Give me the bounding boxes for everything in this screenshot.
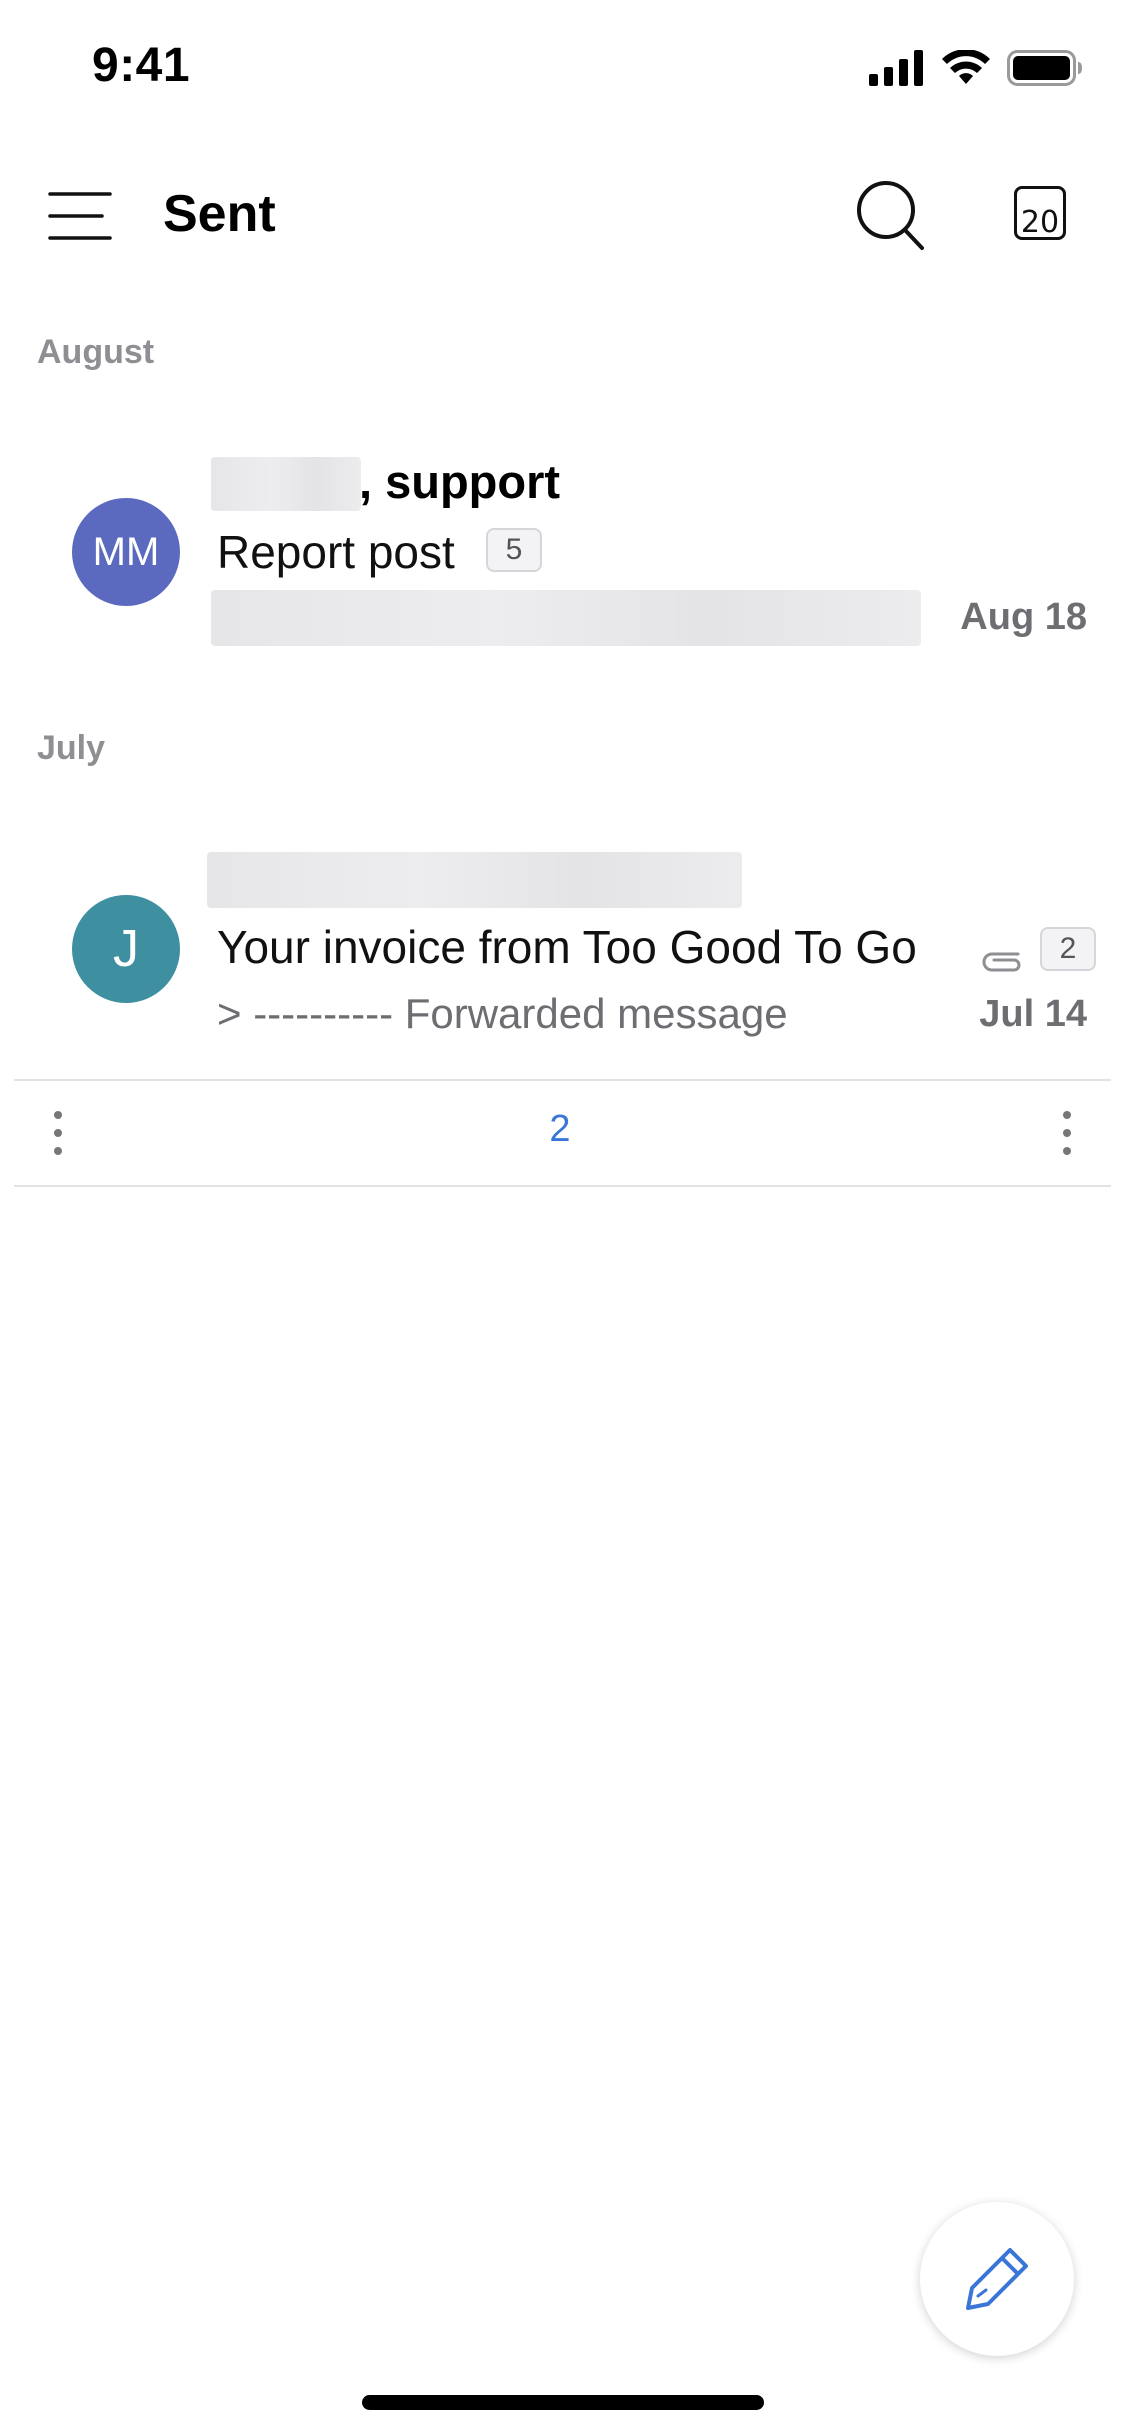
- compose-pen-icon: [966, 2248, 1028, 2310]
- redacted-sender-name: [207, 852, 742, 908]
- thread-count-badge: 5: [486, 528, 542, 572]
- compose-button[interactable]: [920, 2202, 1074, 2356]
- divider: [14, 1185, 1111, 1187]
- message-date: Jul 14: [979, 993, 1087, 1035]
- home-indicator[interactable]: [362, 2395, 764, 2410]
- section-header-july: July: [37, 729, 106, 767]
- redacted-sender-name: [211, 457, 361, 511]
- message-subject: Report post: [217, 526, 455, 578]
- calendar-day: 20: [1020, 205, 1060, 240]
- message-subject: Your invoice from Too Good To Go: [217, 921, 917, 973]
- message-row[interactable]: J Your invoice from Too Good To Go 2 > -…: [0, 840, 1125, 1050]
- pager-right-more-button[interactable]: [1047, 1103, 1087, 1163]
- message-date: Aug 18: [960, 596, 1087, 638]
- page-title: Sent: [163, 185, 276, 243]
- battery-icon: [1007, 50, 1082, 86]
- more-vertical-icon: [1063, 1111, 1071, 1155]
- menu-icon: [48, 192, 112, 240]
- status-icons: [869, 50, 1083, 86]
- search-button[interactable]: [852, 176, 932, 256]
- calendar-icon: 20: [1014, 186, 1066, 240]
- avatar: MM: [72, 498, 180, 606]
- more-vertical-icon: [54, 1111, 62, 1155]
- app-header: Sent 20: [0, 160, 1125, 270]
- message-row[interactable]: MM , support Report post 5 Aug 18: [0, 440, 1125, 660]
- status-bar: 9:41: [0, 0, 1125, 140]
- cellular-signal-icon: [869, 50, 923, 86]
- thread-count-badge: 2: [1040, 927, 1096, 971]
- divider: [14, 1079, 1111, 1081]
- sender-name: , support: [359, 455, 561, 508]
- pager-left-more-button[interactable]: [38, 1103, 78, 1163]
- wifi-icon: [942, 50, 990, 84]
- pagination-page-number[interactable]: 2: [530, 1108, 590, 1151]
- menu-button[interactable]: [44, 188, 116, 244]
- calendar-button[interactable]: 20: [1010, 180, 1074, 248]
- avatar: J: [72, 895, 180, 1003]
- status-time: 9:41: [92, 39, 191, 92]
- redacted-preview: [211, 590, 921, 646]
- search-icon: [857, 181, 924, 250]
- attachment-icon: [982, 952, 1021, 972]
- message-preview: > ---------- Forwarded message: [217, 990, 788, 1037]
- section-header-august: August: [37, 333, 155, 371]
